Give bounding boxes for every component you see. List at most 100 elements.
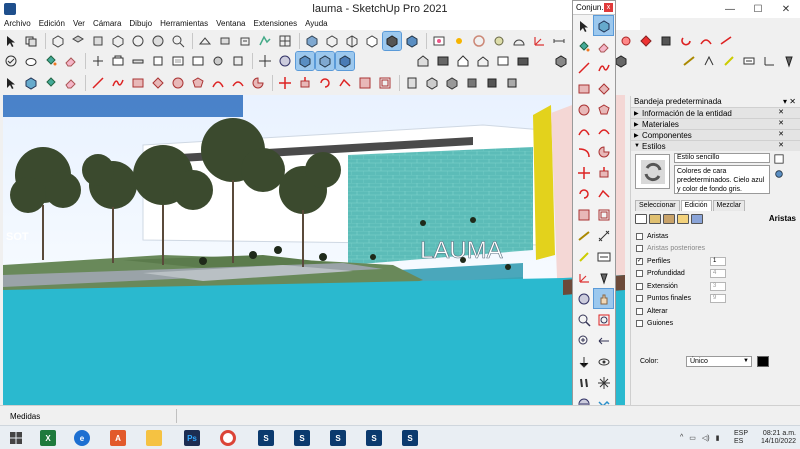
style-description-field[interactable]: Colores de cara predeterminados. Cielo a… [674,165,770,194]
styles-icon[interactable] [463,74,481,92]
rotated-rectangle-icon[interactable] [149,74,167,92]
two-point-arc-icon[interactable] [229,74,247,92]
walk-icon[interactable] [196,32,214,50]
menu-herramientas[interactable]: Herramientas [156,18,212,30]
layer-icon[interactable] [129,52,147,70]
pie-2-icon[interactable] [594,142,613,161]
checkbox[interactable] [636,270,643,278]
paint-bucket-2-icon[interactable] [574,37,593,56]
dimension-2-icon[interactable] [594,226,613,245]
tab-edicion[interactable]: Edición [680,200,712,211]
look-around-2-icon[interactable] [594,352,613,371]
teapot-icon[interactable] [22,52,40,70]
windows-start-icon[interactable] [8,430,24,446]
line-2-icon[interactable] [574,58,593,77]
house-icon[interactable] [474,52,492,70]
watermark-settings-icon[interactable] [677,214,689,224]
sun-icon[interactable] [450,32,468,50]
pan-2-icon[interactable] [593,288,614,309]
arc-2-icon[interactable] [574,121,593,140]
large-toolset-close-button[interactable]: x [604,3,613,12]
checkbox[interactable] [636,232,643,240]
axes-3-icon[interactable] [574,268,593,287]
pie-icon[interactable] [249,74,267,92]
language-indicator[interactable]: ESP ES [734,430,748,446]
checkbox[interactable] [636,282,643,290]
eraser-icon[interactable] [62,52,80,70]
panel-components[interactable]: ▶ Componentes ✕ [631,129,800,140]
rectangle-icon[interactable] [129,74,147,92]
home-icon[interactable] [454,52,472,70]
eraser-3-icon[interactable] [594,37,613,56]
offset-icon[interactable] [376,74,394,92]
shaded-textures-icon[interactable] [403,32,421,50]
3d-text-3-icon[interactable] [594,268,613,287]
arc-icon[interactable] [209,74,227,92]
profundidad-value-input[interactable]: 4 [710,269,726,279]
outer-shell-icon[interactable] [617,32,635,50]
walk-2-icon[interactable] [574,373,593,392]
front-view-icon[interactable] [89,32,107,50]
tab-mezclar[interactable]: Mezclar [712,200,746,211]
orbit-icon[interactable] [276,52,294,70]
position-camera-2-icon[interactable] [574,352,593,371]
network-icon[interactable]: ▭ [689,434,696,442]
sketchup-taskbar-icon-2[interactable]: S [294,430,310,446]
panel-close-icon[interactable]: ✕ [778,108,784,116]
edge-browser-icon[interactable]: e [74,430,90,446]
circle-2-icon[interactable] [574,100,593,119]
large-toolset-panel[interactable]: Conjun... x [572,0,616,440]
axes-icon[interactable] [530,32,548,50]
sketchup-taskbar-icon-4[interactable]: S [366,430,382,446]
menu-archivo[interactable]: Archivo [0,18,35,30]
move-tool-icon[interactable] [276,74,294,92]
option-extension[interactable]: Extensión 3 [636,280,776,293]
checkbox[interactable] [636,245,643,253]
scale-2-icon[interactable] [574,205,593,224]
union-icon[interactable] [657,32,675,50]
shaded-icon[interactable] [382,31,402,51]
move-2-icon[interactable] [574,163,593,182]
acrobat-icon[interactable]: A [110,430,126,446]
top-view-icon[interactable] [69,32,87,50]
chevron-up-icon[interactable]: ^ [680,434,683,442]
zoom-extents-icon[interactable] [574,331,593,350]
style-thumbnail[interactable] [635,154,670,189]
section-plane-icon[interactable] [430,32,448,50]
create-style-icon[interactable] [773,153,785,165]
scale-icon[interactable] [356,74,374,92]
option-alterar[interactable]: Alterar [636,305,776,318]
text-2-icon[interactable] [594,247,613,266]
select-tool-icon[interactable] [2,32,20,50]
eraser-2-icon[interactable] [62,74,80,92]
extension-warehouse-icon[interactable] [434,52,452,70]
make-component-icon[interactable] [22,32,40,50]
xray-icon[interactable] [303,32,321,50]
protractor-icon[interactable] [510,32,528,50]
extension-value-input[interactable]: 3 [710,281,726,291]
checkbox[interactable] [636,307,643,315]
background-settings-icon[interactable] [663,214,675,224]
component-icon[interactable] [22,74,40,92]
previous-view-icon[interactable] [594,331,613,350]
freehand-icon[interactable] [109,74,127,92]
checkbox[interactable] [636,295,643,303]
section-cut-icon[interactable] [189,52,207,70]
sketchup-taskbar-icon-1[interactable]: S [258,430,274,446]
rotated-rectangle-2-icon[interactable] [594,79,613,98]
tape-icon[interactable] [680,52,698,70]
battery-icon[interactable]: ▮ [716,434,720,442]
menu-dibujo[interactable]: Dibujo [125,18,156,30]
view-mode-3-icon[interactable] [335,51,355,71]
panel-entity-info[interactable]: ▶ Información de la entidad ✕ [631,107,800,118]
tags-icon[interactable] [503,74,521,92]
option-guiones[interactable]: Guiones [636,318,776,331]
tape-measure-icon[interactable] [490,32,508,50]
warehouse-icon[interactable] [414,52,432,70]
menu-camara[interactable]: Cámara [89,18,125,30]
line-tool-icon[interactable] [89,74,107,92]
select-icon[interactable] [574,16,593,35]
move-icon[interactable] [256,52,274,70]
dynamic-component-icon[interactable] [229,52,247,70]
puntos-finales-value-input[interactable]: 9 [710,294,726,304]
